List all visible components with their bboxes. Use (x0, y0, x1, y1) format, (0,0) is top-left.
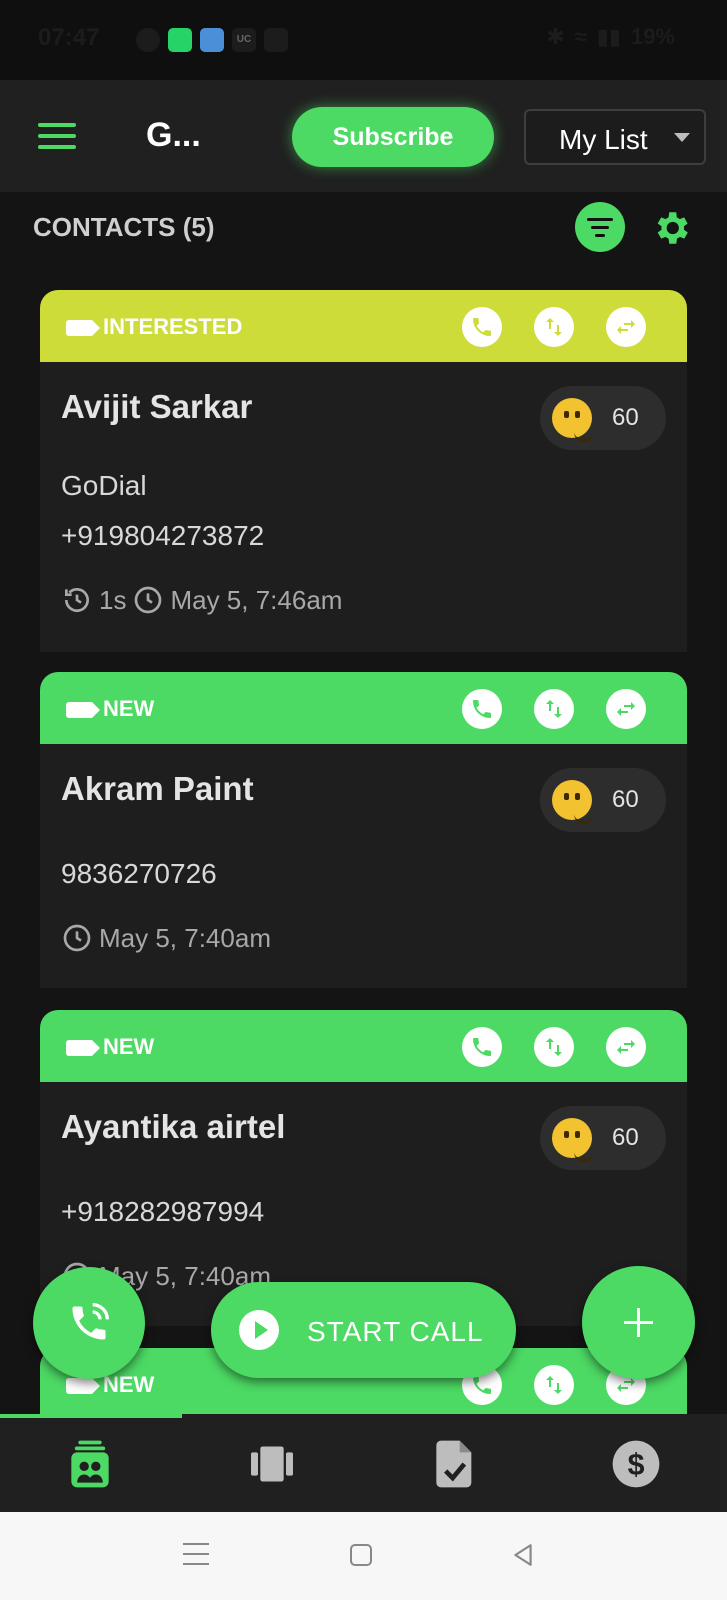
lead-score: 60 (540, 386, 666, 450)
swap-vertical-icon (546, 1038, 562, 1056)
start-call-button[interactable]: START CALL (211, 1282, 516, 1378)
transfer-button[interactable] (606, 307, 646, 347)
app-icon (200, 28, 224, 52)
swap-horizontal-icon (617, 1040, 635, 1054)
svg-text:$: $ (628, 1449, 645, 1482)
plane-icon (264, 28, 288, 52)
sort-button[interactable] (534, 689, 574, 729)
contact-phone: +918282987994 (61, 1196, 265, 1227)
transfer-button[interactable] (606, 1027, 646, 1067)
contacts-icon[interactable] (62, 1436, 118, 1492)
list-selector-value: My List (559, 124, 648, 155)
chat-icon (136, 28, 160, 52)
card-status-header: INTERESTED (40, 290, 687, 362)
dollar-icon[interactable]: $ (608, 1436, 664, 1492)
app-bar: G... Subscribe My List (0, 80, 727, 192)
system-status: ✱ ≈ ▮▮ 19% (546, 24, 675, 50)
phone-ringing-icon (72, 1303, 109, 1340)
wifi-icon: ≈ (574, 24, 587, 49)
score-value: 60 (612, 1124, 639, 1151)
back-icon[interactable] (510, 1542, 536, 1568)
chevron-down-icon (674, 133, 690, 142)
bottom-nav: $ (0, 1414, 727, 1512)
uc-icon: UC (232, 28, 256, 52)
add-contact-button[interactable] (582, 1266, 695, 1379)
contact-phone: +919804273872 (61, 520, 265, 551)
play-icon (239, 1310, 279, 1350)
contact-company: GoDial (61, 470, 147, 501)
sort-button[interactable] (534, 307, 574, 347)
status-label: NEW (103, 1034, 155, 1059)
card-status-header: NEW (40, 672, 687, 744)
status-time: 07:47 (38, 24, 100, 51)
gear-icon[interactable] (650, 207, 692, 249)
lead-score: 60 (540, 768, 666, 832)
tag-icon (66, 320, 100, 336)
status-label: NEW (103, 696, 155, 721)
lead-score: 60 (540, 1106, 666, 1170)
active-tab-indicator (0, 1414, 182, 1418)
call-button[interactable] (462, 689, 502, 729)
contact-name: Avijit Sarkar (61, 388, 253, 425)
app-title: G... (146, 116, 201, 154)
clock-icon (63, 924, 91, 952)
phone-icon (473, 700, 491, 718)
cards-icon[interactable] (244, 1436, 300, 1492)
menu-icon[interactable] (38, 123, 76, 149)
score-value: 60 (612, 786, 639, 813)
battery-level: 19% (630, 24, 675, 49)
signal-icon: ▮▮ (596, 24, 621, 49)
status-label: NEW (103, 1372, 155, 1397)
call-log-button[interactable] (33, 1267, 145, 1379)
contact-card[interactable]: NEW Akram Paint 60 9836270726 May 5, 7:4… (40, 672, 687, 988)
system-nav-bar (0, 1512, 727, 1600)
contact-name: Akram Paint (61, 770, 254, 807)
contact-meta: May 5, 7:40am (61, 922, 271, 954)
tag-icon (66, 1378, 100, 1394)
card-status-header: NEW (40, 1010, 687, 1082)
contact-name: Ayantika airtel (61, 1108, 286, 1145)
task-icon[interactable] (427, 1436, 483, 1492)
call-button[interactable] (462, 1027, 502, 1067)
contact-phone: 9836270726 (61, 858, 217, 889)
smiley-icon (552, 780, 594, 824)
call-button[interactable] (462, 307, 502, 347)
subscribe-button[interactable]: Subscribe (292, 107, 494, 167)
sort-button[interactable] (534, 1365, 574, 1405)
smiley-icon (552, 398, 594, 442)
tag-icon (66, 1040, 100, 1056)
phone-icon (473, 318, 491, 336)
contact-meta: 1s May 5, 7:46am (61, 584, 342, 616)
score-value: 60 (612, 404, 639, 431)
smiley-icon (552, 1118, 594, 1162)
tag-icon (66, 702, 100, 718)
whatsapp-icon (168, 28, 192, 52)
contacts-count: CONTACTS (5) (33, 212, 215, 242)
sort-button[interactable] (534, 1027, 574, 1067)
contact-date: May 5, 7:40am (99, 922, 271, 953)
swap-horizontal-icon (617, 320, 635, 334)
bluetooth-icon: ✱ (546, 24, 565, 49)
status-bar: 07:47 UC ✱ ≈ ▮▮ 19% (0, 0, 727, 80)
contact-date: May 5, 7:46am (170, 584, 343, 615)
contact-card[interactable]: INTERESTED Avijit Sarkar 60 GoDial +9198… (40, 290, 687, 652)
swap-vertical-icon (546, 700, 562, 718)
swap-vertical-icon (546, 1376, 562, 1394)
status-label: INTERESTED (103, 314, 243, 339)
history-icon (65, 588, 89, 612)
transfer-button[interactable] (606, 689, 646, 729)
home-icon[interactable] (350, 1544, 372, 1566)
recents-icon[interactable] (183, 1543, 209, 1565)
list-selector[interactable]: My List (524, 109, 706, 165)
swap-vertical-icon (546, 318, 562, 336)
swap-horizontal-icon (617, 702, 635, 716)
call-duration: 1s (99, 584, 127, 615)
contact-card[interactable]: NEW Ayantika airtel 60 +918282987994 May… (40, 1010, 687, 1326)
filter-icon[interactable] (575, 202, 625, 252)
notification-icons: UC (136, 28, 288, 52)
clock-icon (135, 586, 162, 614)
phone-icon (473, 1038, 491, 1056)
start-call-label: START CALL (307, 1316, 484, 1347)
